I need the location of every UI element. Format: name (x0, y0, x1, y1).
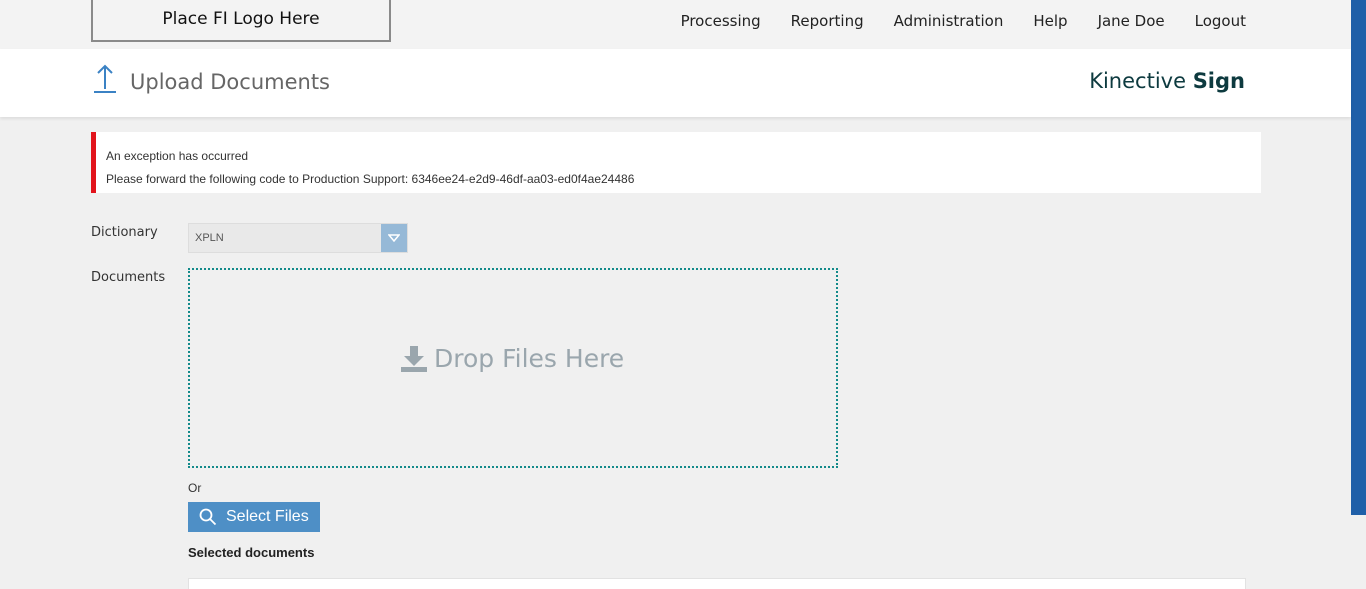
error-alert: An exception has occurred Please forward… (91, 132, 1261, 193)
nav-processing[interactable]: Processing (681, 12, 761, 30)
nav-administration[interactable]: Administration (894, 12, 1004, 30)
nav-reporting[interactable]: Reporting (791, 12, 864, 30)
brand-logo: Kinective Sign (1089, 69, 1245, 93)
download-icon (401, 345, 427, 372)
brand-name-bold: Sign (1192, 69, 1245, 93)
nav-help[interactable]: Help (1033, 12, 1067, 30)
or-label: Or (188, 481, 202, 495)
file-dropzone[interactable]: Drop Files Here (188, 268, 838, 468)
nav-logout[interactable]: Logout (1195, 12, 1246, 30)
dictionary-select[interactable]: XPLN (188, 223, 408, 253)
select-files-button[interactable]: Select Files (188, 502, 320, 532)
alert-message: Please forward the following code to Pro… (106, 172, 635, 186)
dropzone-content: Drop Files Here (400, 344, 624, 373)
scrollbar[interactable] (1351, 0, 1366, 515)
page-title: Upload Documents (130, 70, 330, 94)
search-icon (199, 508, 217, 526)
dropzone-text: Drop Files Here (434, 344, 625, 373)
nav-user-name[interactable]: Jane Doe (1098, 12, 1165, 30)
documents-label: Documents (91, 270, 166, 285)
chevron-down-icon[interactable] (381, 224, 407, 252)
selected-documents-list (188, 578, 1246, 589)
upload-arrow-icon (94, 64, 116, 93)
dictionary-label: Dictionary (91, 225, 158, 240)
alert-title: An exception has occurred (106, 149, 249, 163)
main-nav: Processing Reporting Administration Help… (651, 0, 1246, 42)
page-header: Upload Documents Kinective Sign (0, 49, 1351, 117)
selected-documents-heading: Selected documents (188, 545, 315, 560)
select-files-label: Select Files (226, 508, 309, 525)
fi-logo-placeholder: Place FI Logo Here (91, 0, 391, 42)
brand-name: Kinective (1089, 69, 1186, 93)
dictionary-selected-value: XPLN (195, 232, 224, 244)
top-bar: Place FI Logo Here Processing Reporting … (0, 0, 1351, 49)
